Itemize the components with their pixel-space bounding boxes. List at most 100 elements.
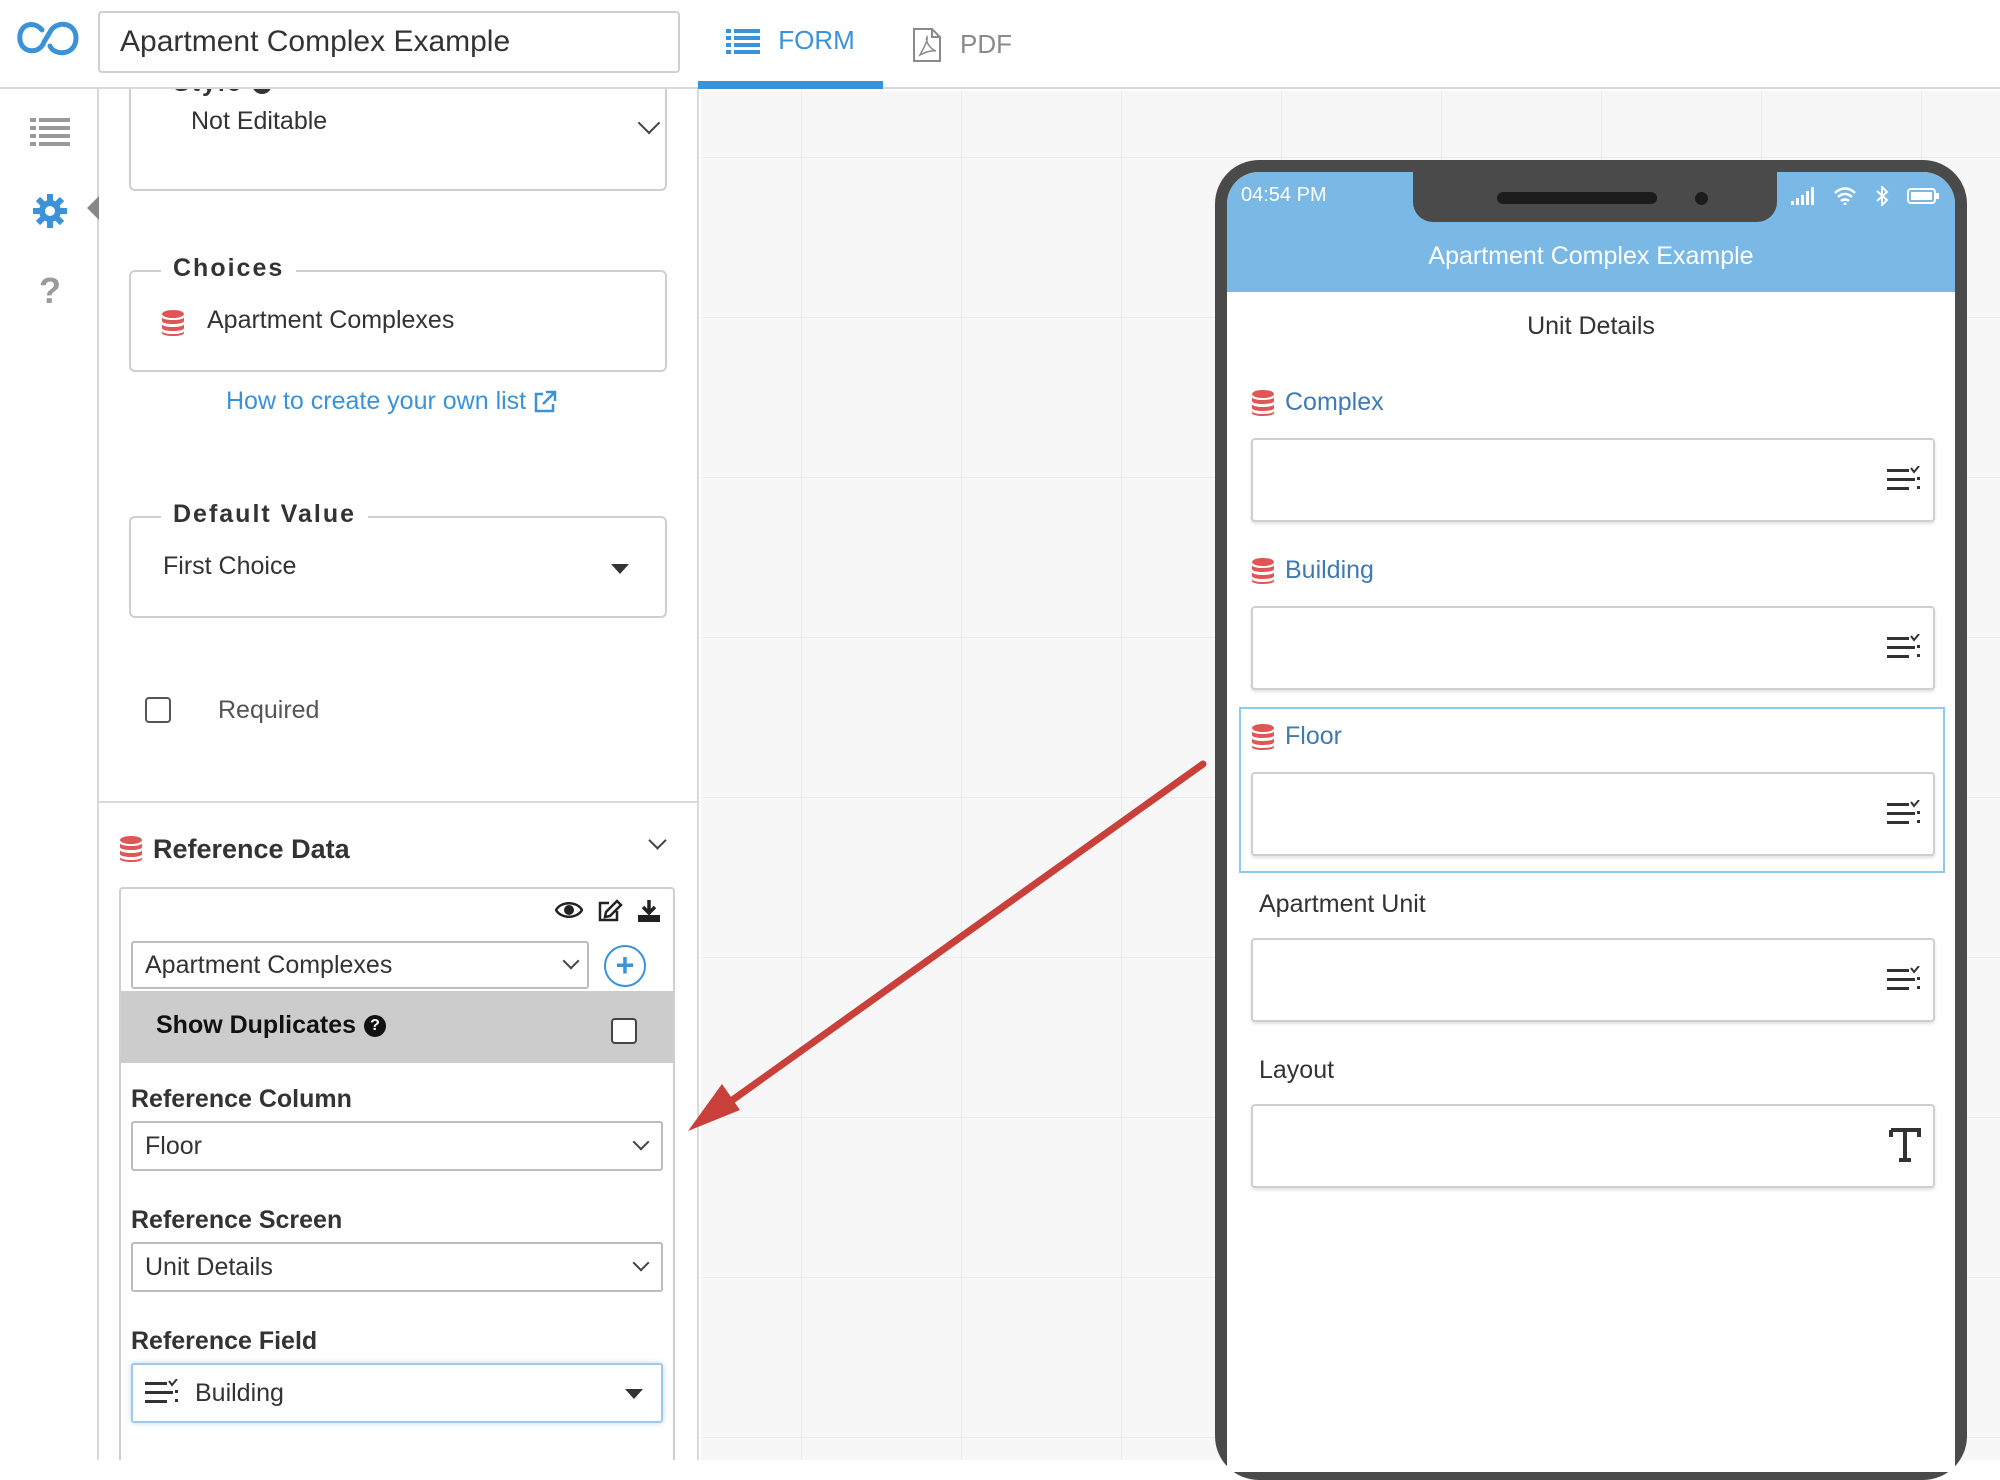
help-question-icon[interactable]: ? <box>28 269 72 313</box>
database-icon <box>162 310 184 336</box>
camera <box>1695 192 1708 205</box>
choice-list-icon <box>1887 966 1920 990</box>
reference-source-value: Apartment Complexes <box>145 950 393 979</box>
wifi-icon <box>1834 187 1856 205</box>
default-value-fieldset[interactable]: Default Value First Choice <box>129 500 667 618</box>
reference-toolbar <box>555 899 661 923</box>
field-layout-label: Layout <box>1259 1056 1335 1084</box>
field-floor-label: Floor <box>1251 722 1342 751</box>
caret-down-icon <box>611 564 629 574</box>
chevron-down-icon <box>632 1133 650 1151</box>
field-complex-label: Complex <box>1251 388 1384 417</box>
speaker <box>1497 192 1657 204</box>
choice-list-icon <box>145 1379 178 1403</box>
caret-down-icon <box>625 1389 643 1399</box>
signal-icon <box>1791 187 1814 205</box>
choice-list-icon <box>1887 466 1920 490</box>
list-icon <box>726 28 761 54</box>
field-building-label: Building <box>1251 556 1374 585</box>
choices-fieldset[interactable]: Choices Apartment Complexes <box>129 254 667 372</box>
field-floor-text: Floor <box>1285 722 1342 750</box>
view-eye-icon[interactable] <box>555 899 583 921</box>
tab-pdf[interactable]: PDF <box>912 0 1022 89</box>
reference-column-select[interactable]: Floor <box>131 1121 663 1171</box>
database-icon <box>1252 557 1274 584</box>
phone-notch <box>1413 172 1777 222</box>
field-floor-input[interactable] <box>1251 772 1935 856</box>
field-building-text: Building <box>1285 556 1374 584</box>
tab-pdf-label: PDF <box>960 29 1012 59</box>
show-duplicates-label: Show Duplicates <box>156 1011 357 1039</box>
field-complex-input[interactable] <box>1251 438 1935 522</box>
field-building-input[interactable] <box>1251 606 1935 690</box>
screen-title: Unit Details <box>1527 312 1655 340</box>
default-value-legend: Default Value <box>161 500 368 529</box>
database-icon <box>1252 723 1274 750</box>
battery-icon <box>1907 188 1939 204</box>
required-checkbox[interactable] <box>145 697 171 723</box>
field-apartment-unit-input[interactable] <box>1251 938 1935 1022</box>
required-label: Required <box>218 696 320 724</box>
database-icon <box>120 836 142 862</box>
field-complex-text: Complex <box>1285 388 1384 416</box>
reference-column-label: Reference Column <box>131 1085 352 1113</box>
choices-value: Apartment Complexes <box>207 306 455 334</box>
help-circle-icon: ? <box>364 1014 387 1037</box>
phone-screen: 04:54 PM Apartment Complex Example Unit … <box>1227 172 1955 1472</box>
edit-icon[interactable] <box>597 899 623 923</box>
tab-form-label: FORM <box>778 25 855 55</box>
left-rail: ? <box>0 89 100 1460</box>
app-logo-icon[interactable] <box>14 18 84 68</box>
chevron-down-icon[interactable] <box>648 831 667 850</box>
info-icon: i <box>251 89 272 95</box>
phone-preview: 04:54 PM Apartment Complex Example Unit … <box>1215 160 1967 1480</box>
show-duplicates-checkbox[interactable] <box>611 1018 637 1044</box>
reference-field-select[interactable]: Building <box>131 1363 663 1423</box>
settings-panel: Style i Not Editable Choices Apartment C… <box>99 89 699 1460</box>
form-title-input[interactable]: Apartment Complex Example <box>98 11 680 73</box>
chevron-down-icon <box>637 111 661 135</box>
phone-app-title: Apartment Complex Example <box>1428 242 1754 270</box>
bluetooth-icon <box>1876 186 1889 206</box>
style-fieldset[interactable]: Style i Not Editable <box>129 89 667 191</box>
chevron-down-icon <box>632 1254 650 1272</box>
style-label: Style <box>173 89 243 97</box>
reference-screen-label: Reference Screen <box>131 1206 343 1234</box>
show-duplicates-label-group: Show Duplicates ? <box>156 1011 387 1040</box>
reference-source-select[interactable]: Apartment Complexes <box>131 941 589 989</box>
style-legend: Style i <box>161 89 284 98</box>
help-link-label: How to create your own list <box>226 387 527 415</box>
reference-column-value: Floor <box>145 1131 202 1160</box>
style-value: Not Editable <box>191 107 328 135</box>
settings-gear-icon[interactable] <box>28 189 72 233</box>
chevron-down-icon <box>562 952 580 970</box>
default-value-value: First Choice <box>163 552 297 580</box>
add-reference-button[interactable]: + <box>604 945 646 987</box>
show-duplicates-bar: Show Duplicates ? <box>121 991 673 1063</box>
reference-data-box: Apartment Complexes + Show Duplicates ? … <box>119 887 675 1460</box>
reference-screen-value: Unit Details <box>145 1252 273 1281</box>
tab-form[interactable]: FORM <box>698 0 883 89</box>
reference-data-header[interactable]: Reference Data <box>119 824 679 874</box>
status-time: 04:54 PM <box>1241 184 1327 206</box>
database-icon <box>1252 389 1274 416</box>
help-link[interactable]: How to create your own list <box>226 387 558 416</box>
status-icons <box>1791 186 1939 206</box>
top-bar: Apartment Complex Example FORM PDF <box>0 0 2000 89</box>
choice-list-icon <box>1887 634 1920 658</box>
choice-list-icon <box>1887 800 1920 824</box>
text-icon <box>1889 1128 1921 1162</box>
field-layout-input[interactable] <box>1251 1104 1935 1188</box>
divider <box>99 801 697 803</box>
download-icon[interactable] <box>637 899 661 923</box>
phone-header: 04:54 PM Apartment Complex Example <box>1227 172 1955 292</box>
reference-screen-select[interactable]: Unit Details <box>131 1242 663 1292</box>
reference-data-title: Reference Data <box>153 833 350 864</box>
pdf-icon <box>913 27 941 62</box>
external-link-icon <box>534 390 557 412</box>
fields-list-icon[interactable] <box>28 109 72 153</box>
choices-legend: Choices <box>161 254 297 283</box>
reference-field-label: Reference Field <box>131 1327 318 1355</box>
reference-field-value: Building <box>195 1378 284 1407</box>
field-apartment-unit-label: Apartment Unit <box>1259 890 1426 918</box>
